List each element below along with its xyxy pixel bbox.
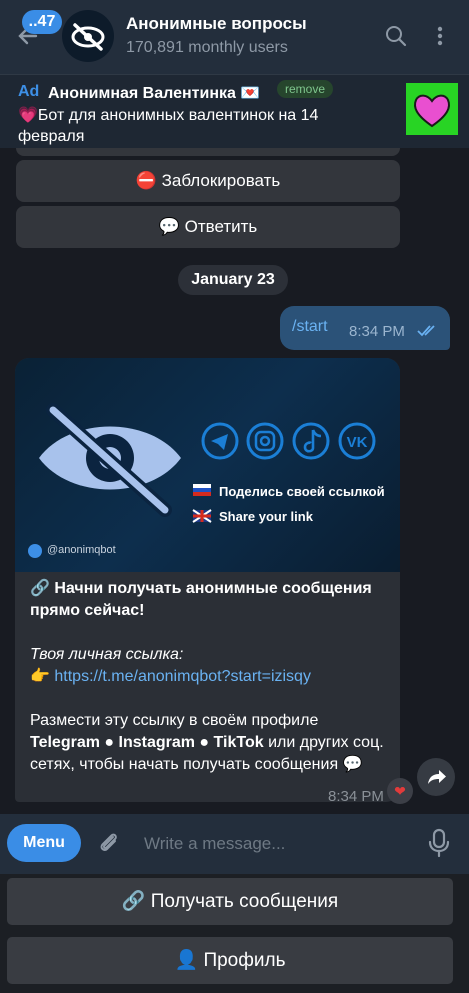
message-body: 🔗 Начни получать анонимные сообщения пря… xyxy=(30,578,390,776)
bot-banner-image[interactable]: VK Поделись своей ссылкой Share your lin… xyxy=(15,358,400,572)
message-input-bar: Menu Write a message... xyxy=(0,814,469,874)
eye-crossed-icon xyxy=(71,23,105,51)
heart-icon xyxy=(413,94,451,128)
svg-text:VK: VK xyxy=(347,434,368,451)
banner-graphic: VK xyxy=(28,403,376,558)
attach-icon[interactable] xyxy=(96,830,122,856)
pointing-emoji: 👉 xyxy=(30,668,55,685)
outgoing-time: 8:34 PM xyxy=(349,323,405,340)
menu-button[interactable]: Menu xyxy=(7,824,81,862)
message-input[interactable]: Write a message... xyxy=(144,834,285,854)
block-button[interactable]: ⛔ Заблокировать xyxy=(16,160,400,202)
incoming-time: 8:34 PM xyxy=(328,788,384,802)
sponsored-ad[interactable]: Ad Анонимная Валентинка 💌 remove 💗Бот дл… xyxy=(0,74,469,148)
chat-area: ⛔ Заблокировать 💬 Ответить January 23 /s… xyxy=(0,148,469,814)
search-icon[interactable] xyxy=(384,24,408,48)
tiktok-icon xyxy=(292,422,330,460)
ad-title: Анонимная Валентинка 💌 xyxy=(48,85,261,102)
ad-text: 💗Бот для анонимных валентинок на 14 февр… xyxy=(18,107,319,145)
incoming-message[interactable]: VK Поделись своей ссылкой Share your lin… xyxy=(15,358,400,802)
message-line-3-bold: Telegram ● Instagram ● TikTok xyxy=(30,734,264,751)
more-vertical-icon[interactable] xyxy=(428,24,452,48)
eye-crossed-icon xyxy=(39,403,181,517)
outgoing-text[interactable]: /start xyxy=(292,318,328,336)
ad-remove-button[interactable]: remove xyxy=(277,80,334,98)
forward-arrow-icon xyxy=(428,770,446,784)
reply-button[interactable]: 💬 Ответить xyxy=(16,206,400,248)
chat-header: ..47 Анонимные вопросы 170,891 monthly u… xyxy=(0,0,469,74)
message-line-3a: Размести эту ссылку в своём профиле xyxy=(30,712,319,729)
get-messages-button[interactable]: 🔗 Получать сообщения xyxy=(7,878,453,925)
chat-subtitle: 170,891 monthly users xyxy=(126,39,288,56)
heart-reaction[interactable]: ❤ xyxy=(387,778,413,804)
microphone-icon[interactable] xyxy=(428,828,450,858)
share-ru-text: Поделись своей ссылкой xyxy=(219,484,385,499)
inline-button-partial[interactable] xyxy=(16,148,400,156)
outgoing-message[interactable]: /start 8:34 PM xyxy=(280,306,450,350)
date-divider: January 23 xyxy=(178,265,288,295)
share-button[interactable] xyxy=(417,758,455,796)
double-check-icon xyxy=(417,325,435,337)
message-line-1: 🔗 Начни получать анонимные сообщения пря… xyxy=(30,580,372,619)
chat-title: Анонимные вопросы xyxy=(126,14,307,33)
ad-thumbnail xyxy=(406,83,458,135)
bot-link[interactable]: https://t.me/anonimqbot?start=izisqy xyxy=(54,668,311,685)
instagram-icon xyxy=(246,422,284,460)
reply-keyboard: 🔗 Получать сообщения 👤 Профиль xyxy=(0,874,469,993)
bot-handle: @anonimqbot xyxy=(47,544,116,556)
share-en-text: Share your link xyxy=(219,509,313,524)
profile-button[interactable]: 👤 Профиль xyxy=(7,937,453,984)
ad-label: Ad xyxy=(18,83,40,100)
message-line-2: Твоя личная ссылка: xyxy=(30,646,184,663)
unread-badge: ..47 xyxy=(22,10,62,34)
channel-avatar[interactable] xyxy=(62,10,114,62)
